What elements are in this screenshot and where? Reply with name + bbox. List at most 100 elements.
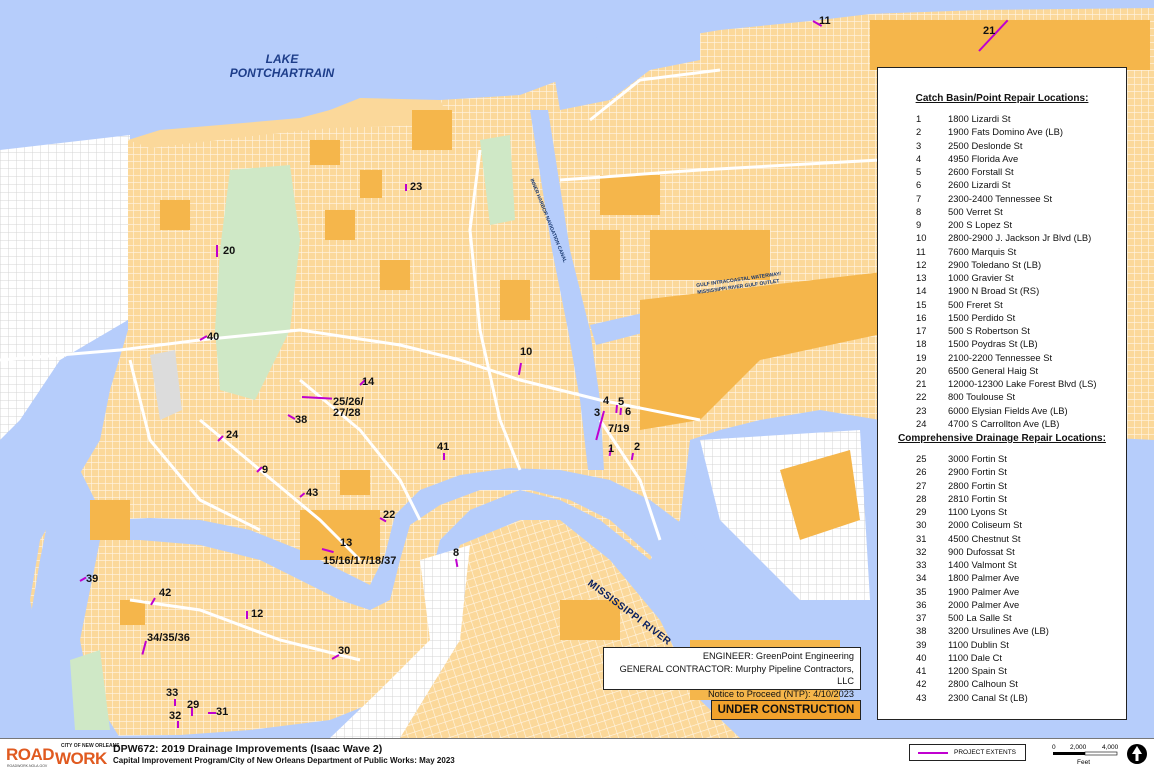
legend-item: 36 2000 Palmer Ave xyxy=(878,598,1126,611)
legend-item: 43 2300 Canal St (LB) xyxy=(878,691,1126,704)
legend-item: 20 6500 General Haig St xyxy=(878,364,1126,377)
scale-2000-label: 2,000 xyxy=(1070,744,1087,751)
project-label[interactable]: 4 xyxy=(603,395,609,407)
project-label[interactable]: 38 xyxy=(295,414,307,426)
project-label[interactable]: 15/16/17/18/37 xyxy=(323,555,396,567)
project-label[interactable]: 20 xyxy=(223,245,235,257)
legend-item: 13 1000 Gravier St xyxy=(878,271,1126,284)
project-extent-line[interactable] xyxy=(208,712,216,714)
engineer-text: ENGINEER: GreenPoint Engineering xyxy=(702,651,854,661)
project-extents-key: PROJECT EXTENTS xyxy=(909,744,1026,761)
legend-item: 9 200 S Lopez St xyxy=(878,218,1126,231)
project-label[interactable]: 31 xyxy=(216,706,228,718)
logo-work-text: WORK xyxy=(55,749,107,768)
legend-item-address: 1100 Lyons St xyxy=(948,506,1007,517)
project-extents-label: PROJECT EXTENTS xyxy=(954,749,1017,756)
legend-item: 24 4700 S Carrollton Ave (LB) xyxy=(878,417,1126,430)
legend-item-number: 6 xyxy=(916,179,922,191)
legend-item-number: 15 xyxy=(916,298,927,310)
legend-item-address: 2300 Canal St (LB) xyxy=(948,691,1028,703)
project-label[interactable]: 29 xyxy=(187,699,199,711)
legend-item-number: 42 xyxy=(916,678,927,690)
project-label[interactable]: 14 xyxy=(362,376,374,388)
legend-item-number: 40 xyxy=(916,651,927,663)
legend-item: 33 1400 Valmont St xyxy=(878,558,1126,571)
logo-road-text: ROAD xyxy=(6,745,55,764)
scale-4000-label: 4,000 xyxy=(1102,744,1119,751)
legend-item-number: 4 xyxy=(916,152,922,164)
project-extent-line[interactable] xyxy=(443,453,445,460)
legend-item-address: 1500 Perdido St xyxy=(948,311,1016,323)
project-label[interactable]: 13 xyxy=(340,537,352,549)
project-label[interactable]: 21 xyxy=(983,25,995,37)
project-extent-line[interactable] xyxy=(177,721,179,728)
project-label[interactable]: 2 xyxy=(634,441,640,453)
legend-item-number: 25 xyxy=(916,453,927,464)
project-label[interactable]: 11 xyxy=(819,15,831,27)
project-label[interactable]: 32 xyxy=(169,710,181,722)
legend-item: 6 2600 Lizardi St xyxy=(878,178,1126,191)
scale-unit-label: Feet xyxy=(1077,759,1090,766)
legend-item-address: 1200 Spain St xyxy=(948,665,1007,676)
legend-item-address: 1400 Valmont St xyxy=(948,559,1017,570)
legend-item-number: 38 xyxy=(916,625,927,637)
legend-item-number: 31 xyxy=(916,532,927,544)
project-label[interactable]: 3 xyxy=(594,407,600,419)
project-label[interactable]: 1 xyxy=(608,443,614,455)
legend-item-address: 1100 Dale Ct xyxy=(948,651,1003,663)
project-label[interactable]: 10 xyxy=(520,346,532,358)
project-label[interactable]: 40 xyxy=(207,331,219,343)
project-label[interactable]: 7/19 xyxy=(608,423,629,435)
legend-item: 37 500 La Salle St xyxy=(878,611,1126,624)
legend-item: 10 2800-2900 J. Jackson Jr Blvd (LB) xyxy=(878,231,1126,244)
project-label[interactable]: 42 xyxy=(159,587,171,599)
project-extent-line[interactable] xyxy=(246,611,248,619)
legend-item-number: 35 xyxy=(916,585,927,597)
legend-item-number: 32 xyxy=(916,545,927,557)
project-label[interactable]: 43 xyxy=(306,487,318,499)
legend-item-number: 1 xyxy=(916,113,922,124)
project-extent-line[interactable] xyxy=(405,184,407,191)
legend-item-number: 13 xyxy=(916,272,927,283)
project-label[interactable]: 41 xyxy=(437,441,449,453)
legend-item: 40 1100 Dale Ct xyxy=(878,651,1126,664)
project-label[interactable]: 12 xyxy=(251,608,263,620)
project-label[interactable]: 27/28 xyxy=(333,407,361,419)
legend-item: 1 1800 Lizardi St xyxy=(878,112,1126,125)
legend-item-number: 7 xyxy=(916,192,922,204)
project-label[interactable]: 6 xyxy=(625,406,631,418)
legend-item-number: 28 xyxy=(916,492,927,504)
project-label[interactable]: 23 xyxy=(410,181,422,193)
project-label[interactable]: 39 xyxy=(86,573,98,585)
project-label[interactable]: 8 xyxy=(453,547,459,559)
project-extent-line[interactable] xyxy=(174,699,176,706)
legend-item-number: 19 xyxy=(916,351,927,363)
project-label[interactable]: 22 xyxy=(383,509,395,521)
project-label[interactable]: 9 xyxy=(262,464,268,476)
project-label[interactable]: 34/35/36 xyxy=(147,632,190,644)
legend-item-number: 33 xyxy=(916,559,927,570)
project-extent-line[interactable] xyxy=(216,245,218,257)
legend-item: 12 2900 Toledano St (LB) xyxy=(878,258,1126,271)
legend-item-address: 2000 Palmer Ave xyxy=(948,598,1020,610)
legend-item: 26 2900 Fortin St xyxy=(878,465,1126,478)
project-label[interactable]: 24 xyxy=(226,429,238,441)
legend-item-number: 43 xyxy=(916,691,927,703)
legend-item-address: 4950 Florida Ave xyxy=(948,152,1019,164)
legend-item: 32 900 Dufossat St xyxy=(878,545,1126,558)
legend-item-address: 2810 Fortin St xyxy=(948,492,1007,504)
legend-item-address: 2300-2400 Tennessee St xyxy=(948,192,1053,204)
legend-item-address: 2600 Forstall St xyxy=(948,166,1014,177)
legend-item-number: 20 xyxy=(916,364,927,376)
project-label[interactable]: 30 xyxy=(338,645,350,657)
project-subtitle: Capital Improvement Program/City of New … xyxy=(113,756,455,765)
project-extents-swatch xyxy=(918,752,948,754)
legend-item: 3 2500 Deslonde St xyxy=(878,139,1126,152)
project-label[interactable]: 5 xyxy=(618,396,624,408)
project-label[interactable]: 33 xyxy=(166,687,178,699)
legend-item: 25 3000 Fortin St xyxy=(878,452,1126,465)
legend-item: 29 1100 Lyons St xyxy=(878,505,1126,518)
legend-item-address: 2100-2200 Tennessee St xyxy=(948,351,1053,363)
legend-item-address: 2900 Fortin St xyxy=(948,466,1007,478)
legend-item: 4 4950 Florida Ave xyxy=(878,152,1126,165)
